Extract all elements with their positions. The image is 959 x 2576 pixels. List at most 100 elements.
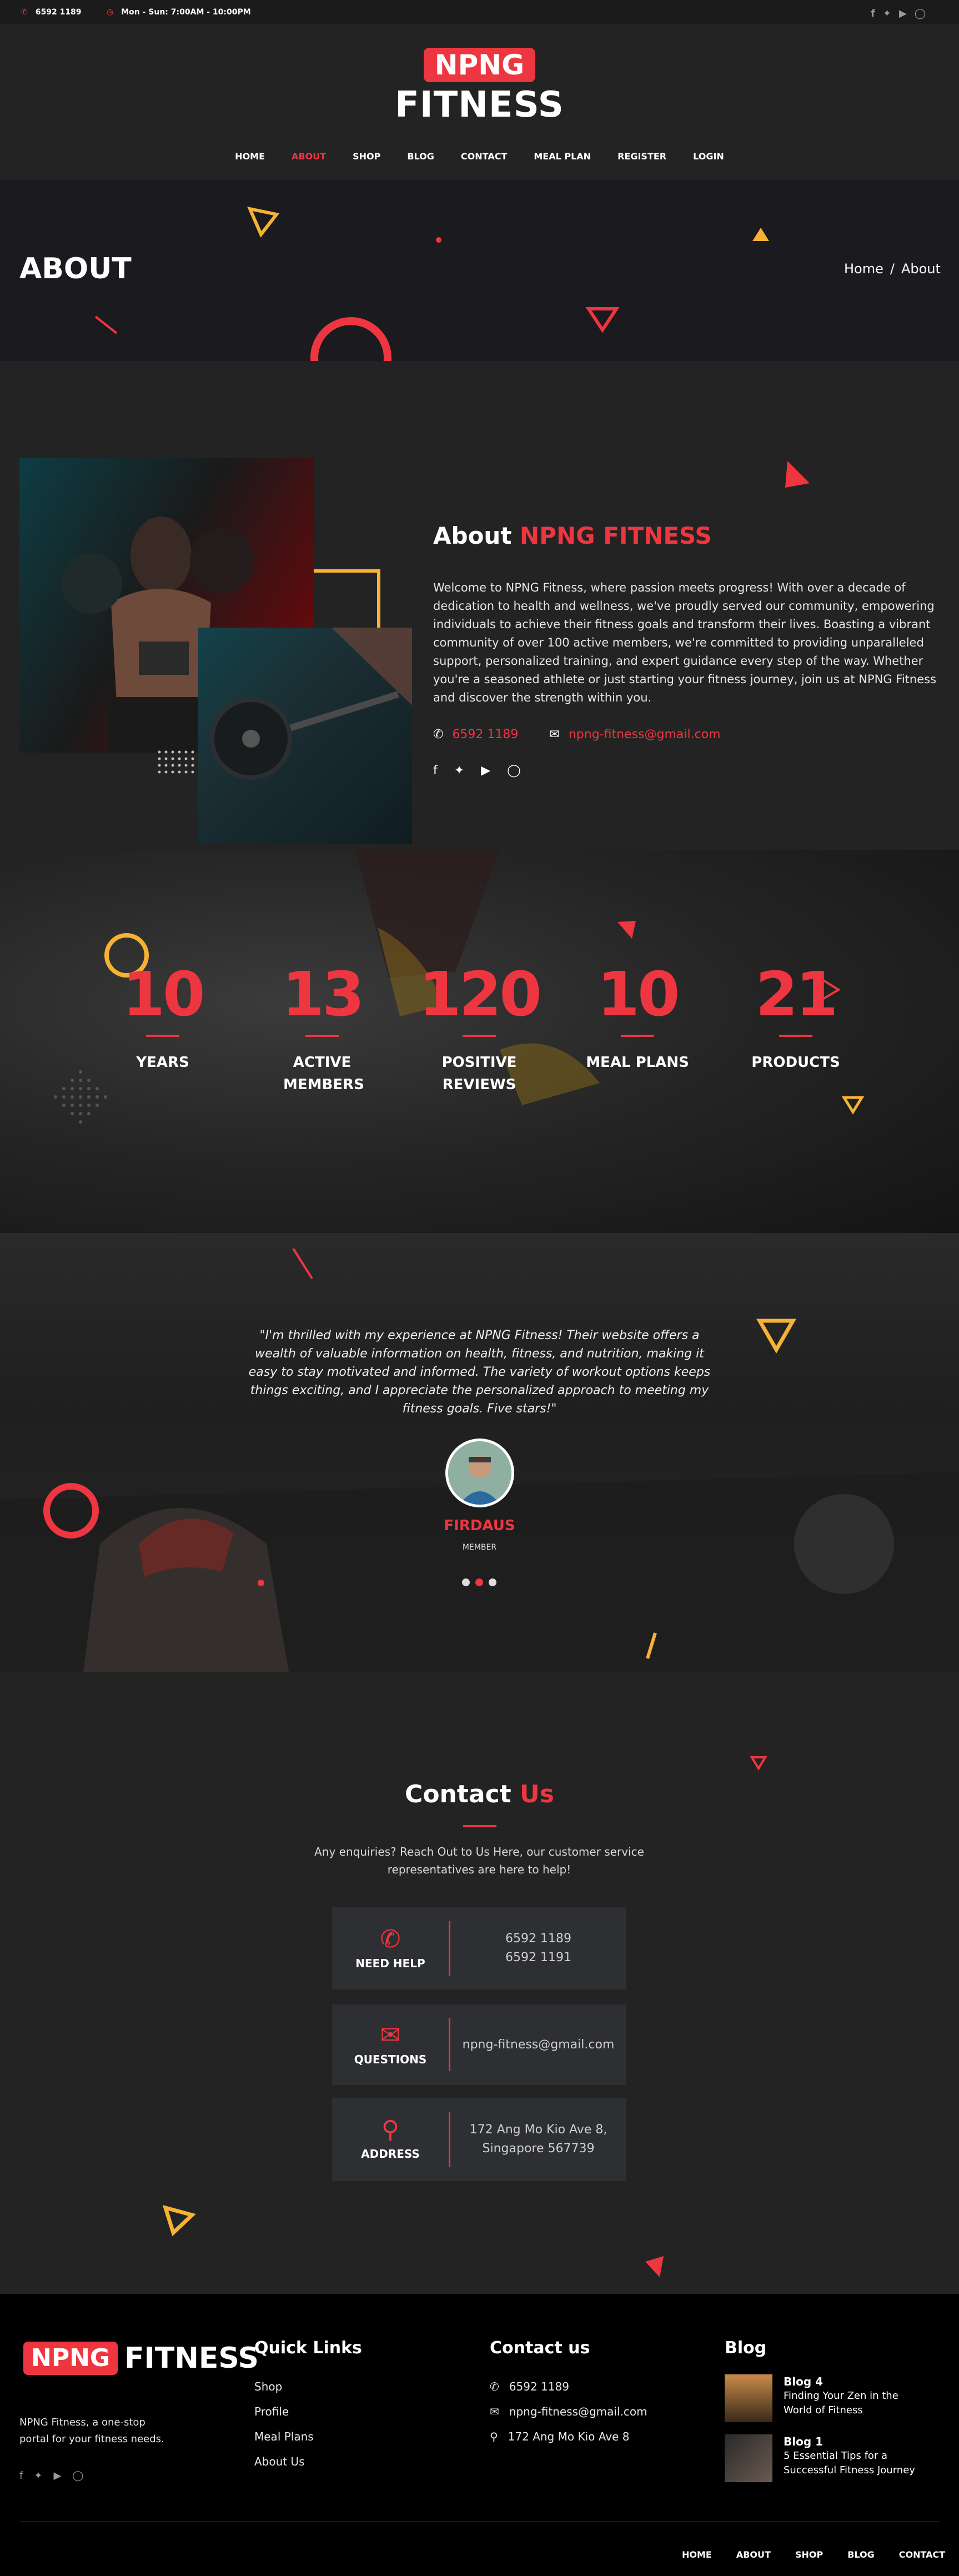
logo-word: FITNESS bbox=[395, 84, 564, 126]
twitter-icon[interactable]: ✦ bbox=[34, 2470, 42, 2482]
about-phone[interactable]: 6592 1189 bbox=[452, 728, 518, 741]
nav-register[interactable]: REGISTER bbox=[617, 151, 666, 162]
footer-blog-post[interactable]: Blog 4 Finding Your Zen in the World of … bbox=[725, 2374, 933, 2422]
phone-call-icon: ✆ bbox=[380, 1925, 401, 1953]
footer-social: f ✦ ▶ ◯ bbox=[19, 2470, 83, 2482]
footer-contact-address: 172 Ang Mo Kio Ave 8 bbox=[508, 2430, 630, 2443]
facebook-icon[interactable]: f bbox=[433, 764, 438, 778]
footer-link-meal-plans[interactable]: Meal Plans bbox=[254, 2424, 362, 2449]
avatar bbox=[445, 1439, 514, 1507]
contact-line[interactable]: 6592 1189 bbox=[505, 1930, 571, 1948]
footer-contact-phone[interactable]: 6592 1189 bbox=[509, 2374, 569, 2399]
decor-dot bbox=[436, 237, 441, 243]
phone-icon: ✆ bbox=[490, 2380, 499, 2393]
instagram-icon[interactable]: ◯ bbox=[72, 2470, 83, 2482]
decor-triangle bbox=[247, 206, 280, 238]
footer-nav-about[interactable]: ABOUT bbox=[736, 2549, 771, 2560]
envelope-icon: ✉ bbox=[490, 2405, 499, 2418]
footer-nav-blog[interactable]: BLOG bbox=[847, 2549, 875, 2560]
nav-shop[interactable]: SHOP bbox=[353, 151, 380, 162]
heading-underline bbox=[463, 1825, 496, 1827]
stats-section: 10 YEARS 13 ACTIVE MEMBERS 120 POSITIVE … bbox=[0, 850, 959, 1233]
about-contact-row: ✆ 6592 1189 ✉ npng-fitness@gmail.com bbox=[433, 728, 721, 741]
blog-thumbnail bbox=[725, 2434, 772, 2482]
page-title: ABOUT bbox=[19, 252, 132, 285]
footer-bottom-nav: HOME ABOUT SHOP BLOG CONTACT bbox=[682, 2549, 945, 2560]
footer-blog-post[interactable]: Blog 1 5 Essential Tips for a Successful… bbox=[725, 2434, 933, 2482]
footer-contact-email[interactable]: npng-fitness@gmail.com bbox=[509, 2399, 647, 2424]
youtube-icon[interactable]: ▶ bbox=[899, 8, 907, 19]
envelope-icon: ✉ bbox=[380, 2021, 401, 2049]
stat-positive-reviews: 120 POSITIVE REVIEWS bbox=[419, 959, 542, 1093]
facebook-icon[interactable]: f bbox=[871, 8, 875, 19]
decor-triangle bbox=[841, 1096, 865, 1115]
about-email[interactable]: npng-fitness@gmail.com bbox=[569, 728, 721, 741]
topbar-social: f ✦ ▶ ◯ bbox=[871, 8, 926, 19]
decor-line bbox=[292, 1247, 313, 1280]
youtube-icon[interactable]: ▶ bbox=[53, 2470, 61, 2482]
footer-nav-shop[interactable]: SHOP bbox=[795, 2549, 823, 2560]
breadcrumb-home[interactable]: Home bbox=[844, 261, 883, 277]
dot-diamond-decor bbox=[54, 1070, 107, 1124]
instagram-icon[interactable]: ◯ bbox=[915, 8, 926, 19]
clock-icon: ◷ bbox=[107, 8, 114, 17]
map-pin-icon: ⚲ bbox=[381, 2116, 400, 2144]
testimonial-quote: "I'm thrilled with my experience at NPNG… bbox=[248, 1329, 711, 1416]
contact-line[interactable]: npng-fitness@gmail.com bbox=[463, 2036, 615, 2054]
barbell-photo bbox=[198, 628, 412, 844]
nav-home[interactable]: HOME bbox=[235, 151, 265, 162]
contact-line: Singapore 567739 bbox=[482, 2142, 595, 2156]
contact-line[interactable]: 6592 1191 bbox=[505, 1948, 571, 1967]
contact-card-phone: ✆ NEED HELP 6592 1189 6592 1191 bbox=[332, 1907, 626, 1989]
twitter-icon[interactable]: ✦ bbox=[454, 764, 464, 778]
footer-nav-contact[interactable]: CONTACT bbox=[899, 2549, 945, 2560]
contact-card-address: ⚲ ADDRESS 172 Ang Mo Kio Ave 8, Singapor… bbox=[332, 2098, 626, 2181]
main-nav: HOME ABOUT SHOP BLOG CONTACT MEAL PLAN R… bbox=[0, 151, 959, 162]
footer-link-shop[interactable]: Shop bbox=[254, 2374, 362, 2399]
facebook-icon[interactable]: f bbox=[19, 2470, 23, 2482]
carousel-dot-active[interactable] bbox=[475, 1578, 483, 1586]
instagram-icon[interactable]: ◯ bbox=[507, 764, 521, 778]
nav-meal-plan[interactable]: MEAL PLAN bbox=[534, 151, 591, 162]
contact-section: Contact Us Any enquiries? Reach Out to U… bbox=[0, 1672, 959, 2294]
footer-logo[interactable]: NPNG FITNESS bbox=[23, 2342, 259, 2375]
testimonial-name: FIRDAUS bbox=[444, 1517, 515, 1534]
decor-triangle bbox=[756, 1319, 797, 1354]
stat-products: 21 PRODUCTS bbox=[751, 959, 840, 1071]
decor-triangle bbox=[617, 921, 636, 939]
nav-about[interactable]: ABOUT bbox=[292, 151, 326, 162]
barbell-illustration bbox=[210, 628, 412, 780]
topbar-phone[interactable]: ✆ 6592 1189 bbox=[21, 8, 82, 17]
testimonial-section: "I'm thrilled with my experience at NPNG… bbox=[0, 1233, 959, 1672]
dot-grid-decor bbox=[158, 750, 194, 774]
nav-contact[interactable]: CONTACT bbox=[461, 151, 507, 162]
about-body: Welcome to NPNG Fitness, where passion m… bbox=[433, 581, 937, 704]
testimonial-role: MEMBER bbox=[462, 1543, 497, 1552]
page-banner: ABOUT Home / About bbox=[0, 180, 959, 361]
footer-link-about-us[interactable]: About Us bbox=[254, 2449, 362, 2474]
carousel-dot[interactable] bbox=[462, 1578, 470, 1586]
map-pin-icon: ⚲ bbox=[490, 2430, 498, 2443]
blog-thumbnail bbox=[725, 2374, 772, 2422]
carousel-dots bbox=[462, 1578, 496, 1586]
contact-heading: Contact Us bbox=[405, 1780, 554, 1808]
footer-nav-home[interactable]: HOME bbox=[682, 2549, 712, 2560]
carousel-dot[interactable] bbox=[489, 1578, 496, 1586]
breadcrumb-current: About bbox=[901, 261, 941, 277]
about-heading: About NPNG FITNESS bbox=[433, 522, 712, 549]
nav-blog[interactable]: BLOG bbox=[407, 151, 434, 162]
footer-link-profile[interactable]: Profile bbox=[254, 2399, 362, 2424]
decor-triangle bbox=[750, 1756, 767, 1771]
nav-login[interactable]: LOGIN bbox=[693, 151, 724, 162]
footer-blog: Blog Blog 4 Finding Your Zen in the Worl… bbox=[725, 2338, 933, 2482]
decor-triangle bbox=[645, 2256, 664, 2277]
footer-contact: Contact us ✆ 6592 1189 ✉ npng-fitness@gm… bbox=[490, 2338, 647, 2449]
banner-decor bbox=[94, 206, 769, 361]
logo[interactable]: NPNG FITNESS bbox=[0, 48, 959, 126]
youtube-icon[interactable]: ▶ bbox=[481, 764, 490, 778]
phone-icon: ✆ bbox=[433, 728, 444, 741]
avatar-illustration bbox=[448, 1441, 511, 1505]
top-bar: ✆ 6592 1189 ◷ Mon - Sun: 7:00AM - 10:00P… bbox=[0, 0, 959, 24]
contact-line: 172 Ang Mo Kio Ave 8, bbox=[469, 2123, 607, 2137]
twitter-icon[interactable]: ✦ bbox=[883, 8, 891, 19]
